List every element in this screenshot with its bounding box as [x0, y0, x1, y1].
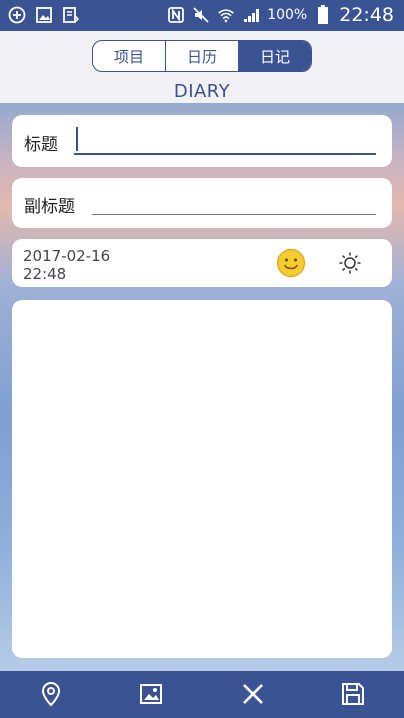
location-icon[interactable]: [38, 681, 64, 707]
wifi-icon: [217, 6, 235, 24]
title-label: 标题: [24, 135, 58, 155]
title-card: 标题: [12, 115, 392, 167]
tab-projects[interactable]: 项目: [93, 41, 166, 71]
battery-icon: [314, 5, 332, 24]
signal-icon: [242, 6, 260, 24]
download-icon: [62, 6, 80, 24]
image-icon[interactable]: [138, 681, 164, 707]
add-circle-icon: [8, 6, 26, 24]
tab-diary[interactable]: 日记: [239, 41, 311, 71]
subtitle-card: 副标题: [12, 178, 392, 228]
nfc-icon: [167, 6, 185, 24]
date-card: 2017-02-16 22:48: [12, 239, 392, 287]
sun-icon[interactable]: [338, 251, 362, 275]
bottom-toolbar: [0, 671, 404, 718]
time-text: 22:48: [23, 265, 67, 283]
status-right-icons: 100% 22:48: [167, 4, 394, 26]
close-icon[interactable]: [240, 681, 266, 707]
status-time: 22:48: [339, 4, 394, 26]
tab-calendar[interactable]: 日历: [166, 41, 239, 71]
subtitle-label: 副标题: [24, 197, 75, 217]
diary-body-textarea[interactable]: [12, 300, 392, 658]
date-text: 2017-02-16: [23, 247, 111, 265]
smiley-icon[interactable]: [276, 248, 306, 278]
status-left-icons: [8, 6, 80, 24]
text-cursor: [76, 127, 78, 151]
subtitle-input[interactable]: [92, 214, 376, 215]
status-bar: 100% 22:48: [0, 0, 404, 31]
save-icon[interactable]: [340, 681, 366, 707]
diary-background: 标题 副标题 2017-02-16 22:48: [0, 103, 404, 671]
image-icon: [35, 6, 53, 24]
date-time-display[interactable]: 2017-02-16 22:48: [23, 247, 110, 283]
view-segmented-control: 项目 日历 日记: [92, 40, 312, 72]
page-title: DIARY: [173, 81, 231, 102]
title-input[interactable]: [74, 153, 376, 155]
mute-icon: [192, 6, 210, 24]
battery-percent: 100%: [267, 7, 308, 23]
app-header: 项目 日历 日记 DIARY: [0, 31, 404, 103]
